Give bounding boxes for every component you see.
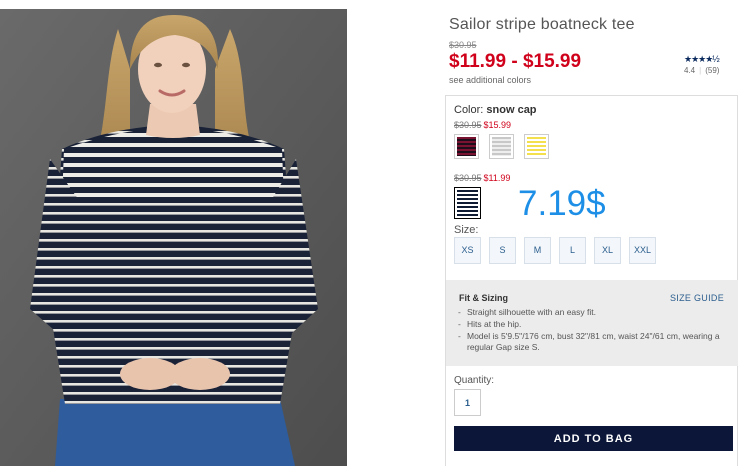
- size-option-m[interactable]: M: [524, 237, 551, 264]
- fit-detail-item: Model is 5'9.5"/176 cm, bust 32"/81 cm, …: [458, 331, 730, 353]
- size-option-l[interactable]: L: [559, 237, 586, 264]
- size-option-xl[interactable]: XL: [594, 237, 621, 264]
- quantity-input[interactable]: [454, 389, 481, 416]
- model-photo-illustration: [0, 9, 347, 466]
- color-group-old-price: $30.95: [454, 173, 482, 183]
- rating-score: 4.4: [684, 66, 696, 75]
- color-label: Color: snow cap: [454, 104, 537, 116]
- review-count: (59): [705, 66, 720, 75]
- original-price: $30.95: [449, 40, 477, 50]
- selected-color-name: snow cap: [486, 104, 537, 116]
- product-image[interactable]: [0, 9, 347, 466]
- swatch-fill: [457, 137, 476, 156]
- quantity-label: Quantity:: [454, 375, 495, 386]
- see-additional-colors-link[interactable]: see additional colors: [449, 75, 531, 85]
- swatch-fill: [492, 137, 511, 156]
- color-swatch-yellow[interactable]: [524, 134, 549, 159]
- fit-detail-item: Straight silhouette with an easy fit.: [458, 307, 730, 318]
- overlay-price-text: 7.19$: [518, 184, 606, 223]
- add-to-bag-button[interactable]: ADD TO BAG: [454, 426, 733, 451]
- fit-details-list: Straight silhouette with an easy fit. Hi…: [458, 307, 730, 354]
- swatch-fill: [457, 190, 478, 216]
- color-swatch-burgundy[interactable]: [454, 134, 479, 159]
- size-guide-link[interactable]: SIZE GUIDE: [670, 293, 724, 303]
- size-option-s[interactable]: S: [489, 237, 516, 264]
- color-group-price: $30.95 $15.99: [454, 120, 511, 130]
- color-swatch-grey[interactable]: [489, 134, 514, 159]
- fit-sizing-title: Fit & Sizing: [459, 293, 508, 303]
- size-option-xxl[interactable]: XXL: [629, 237, 656, 264]
- color-group-price: $30.95 $11.99: [454, 173, 510, 183]
- color-swatch-snow-cap[interactable]: [454, 187, 481, 219]
- color-group-new-price: $15.99: [483, 120, 512, 130]
- rating-divider: |: [699, 66, 702, 75]
- rating-stars-icon: ★★★★½: [684, 54, 720, 64]
- fit-detail-item: Hits at the hip.: [458, 319, 730, 330]
- rating-meta: 4.4 | (59): [684, 66, 738, 75]
- sale-price-range: $11.99 - $15.99: [449, 51, 582, 72]
- product-title: Sailor stripe boatneck tee: [449, 16, 635, 33]
- size-label: Size:: [454, 224, 479, 236]
- color-group-new-price: $11.99: [483, 173, 511, 183]
- product-rating[interactable]: ★★★★½ 4.4 | (59): [684, 54, 738, 75]
- color-group-old-price: $30.95: [454, 120, 482, 130]
- color-label-text: Color:: [454, 104, 484, 116]
- size-option-xs[interactable]: XS: [454, 237, 481, 264]
- swatch-fill: [527, 137, 546, 156]
